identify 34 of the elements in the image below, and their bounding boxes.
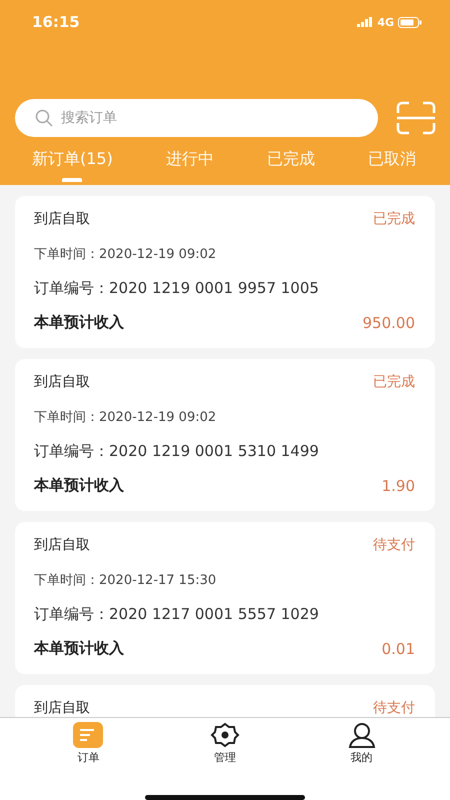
signal-icon <box>357 17 374 27</box>
status-time: 16:15 <box>32 13 80 31</box>
scan-icon[interactable] <box>396 101 436 135</box>
nav-tab[interactable]: 管理 <box>194 722 255 765</box>
order-number: 订单编号：2020 1219 0001 5310 1499 <box>34 442 320 461</box>
order-time: 下单时间：2020-12-19 09:02 <box>34 246 218 263</box>
nav-tab[interactable]: 订单 <box>58 722 118 765</box>
income-amount: 0.01 <box>382 640 415 658</box>
order-type: 到店自取 <box>34 210 90 228</box>
order-status: 待支付 <box>373 699 415 717</box>
income-label: 本单预计收入 <box>34 476 124 495</box>
order-number: 订单编号：2020 1217 0001 5557 1029 <box>34 605 320 624</box>
order-status: 已完成 <box>373 210 415 228</box>
order-status: 待支付 <box>373 536 415 554</box>
order-card[interactable]: 到店自取 待支付 下单时间：2020-12-17 15:30 订单编号：2020 1217 0001 5557 1029 本单预计收入 0.01 <box>15 522 435 674</box>
nav-tab[interactable]: 我的 <box>332 722 392 765</box>
order-card[interactable]: 到店自取 已完成 下单时间：2020-12-19 09:02 订单编号：2020 1219 0001 9957 1005 本单预计收入 950.00 <box>15 196 435 348</box>
order-number: 订单编号：2020 1219 0001 9957 1005 <box>34 279 320 298</box>
order-type: 到店自取 <box>34 373 90 391</box>
order-card[interactable]: 到店自取 已完成 下单时间：2020-12-19 09:02 订单编号：2020 1219 0001 5310 1499 本单预计收入 1.90 <box>15 359 435 511</box>
income-label: 本单预计收入 <box>34 639 124 658</box>
order-card[interactable]: 到店自取 待支付 <box>15 685 435 717</box>
order-time: 下单时间：2020-12-17 15:30 <box>34 572 218 589</box>
order-type: 到店自取 <box>34 536 90 554</box>
battery-icon <box>398 16 422 28</box>
income-amount: 950.00 <box>362 314 415 332</box>
order-status: 已完成 <box>373 373 415 391</box>
order-time: 下单时间：2020-12-19 09:02 <box>34 409 218 426</box>
search-field[interactable]: 搜索订单 <box>15 99 378 137</box>
order-type: 到店自取 <box>34 699 90 717</box>
income-amount: 1.90 <box>382 476 415 494</box>
search-icon <box>35 109 53 127</box>
network-type: 4G <box>377 16 394 28</box>
income-label: 本单预计收入 <box>34 313 124 332</box>
